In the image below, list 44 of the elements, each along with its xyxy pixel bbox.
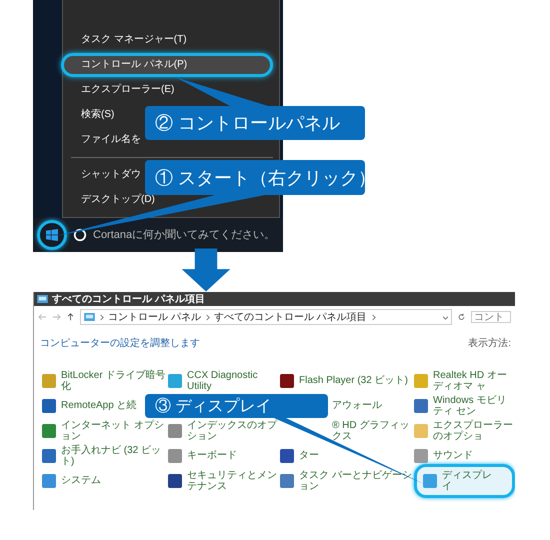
applet-item[interactable]: インターネット オプション — [42, 420, 168, 442]
up-icon[interactable] — [66, 313, 75, 321]
applet-item[interactable]: お手入れナビ (32 ビット) — [42, 444, 168, 466]
applet-item[interactable]: CCX Diagnostic Utility — [168, 370, 280, 392]
menu-item[interactable]: 検索(S) — [71, 108, 114, 122]
dropdown-icon[interactable] — [443, 314, 448, 320]
applet-item[interactable]: エクスプローラーのオプショ — [414, 420, 515, 442]
applet-item[interactable]: セキュリティとメンテナンス — [168, 470, 280, 492]
applet-item[interactable]: BitLocker ドライブ暗号化 — [42, 370, 168, 392]
menu-item[interactable]: エクスプローラー(E) — [71, 83, 174, 97]
circle-icon — [73, 228, 87, 242]
control-panel-icon — [84, 313, 95, 321]
start-button[interactable] — [37, 220, 67, 250]
applet-item[interactable]: Realtek HD オーディオマ ャ — [414, 370, 515, 392]
applet-item[interactable]: ター — [280, 448, 319, 462]
callout-label: ③ ディスプレイ — [145, 394, 328, 418]
control-panel-icon — [37, 295, 48, 303]
applet-item[interactable]: Windows モビリティ セン — [414, 394, 515, 416]
heading-text: コンピューターの設定を調整します — [40, 336, 200, 350]
applet-item[interactable]: RemoteApp と続 — [42, 398, 137, 412]
menu-item[interactable]: コントロール パネル(P) — [61, 53, 273, 77]
menu-item[interactable]: ファイル名を — [71, 133, 141, 147]
applet-item[interactable]: システム — [42, 474, 101, 488]
breadcrumb-item[interactable]: すべてのコントロール パネル項目 — [214, 310, 367, 324]
applet-item[interactable]: Flash Player (32 ビット) — [280, 374, 408, 388]
menu-item[interactable]: シャットダウ — [71, 168, 141, 182]
applet-item[interactable]: ディスプレイ — [414, 464, 515, 498]
window-title: すべてのコントロール パネル項目 — [52, 293, 205, 306]
breadcrumb-item[interactable]: コントロール パネル — [108, 310, 201, 324]
applet-item[interactable]: インデックスのオプション — [168, 420, 280, 442]
view-label: 表示方法: — [468, 336, 511, 350]
chevron-icon — [204, 314, 210, 320]
chevron-icon — [370, 314, 376, 320]
chevron-icon — [99, 314, 104, 320]
applet-item[interactable]: アウォール — [332, 400, 382, 411]
callout-label: ① スタート（右クリック） — [145, 160, 365, 195]
applet-item[interactable]: ® HD グラフィックス — [332, 420, 414, 442]
windows-logo-icon — [46, 229, 58, 241]
search-field[interactable]: コント — [471, 311, 511, 323]
applet-item[interactable]: サウンド — [414, 448, 473, 462]
refresh-icon[interactable] — [457, 313, 466, 321]
address-bar[interactable]: コントロール パネル すべてのコントロール パネル項目 — [80, 309, 452, 325]
applet-item[interactable]: キーボード — [168, 448, 237, 462]
menu-item[interactable]: タスク マネージャー(T) — [71, 33, 187, 47]
